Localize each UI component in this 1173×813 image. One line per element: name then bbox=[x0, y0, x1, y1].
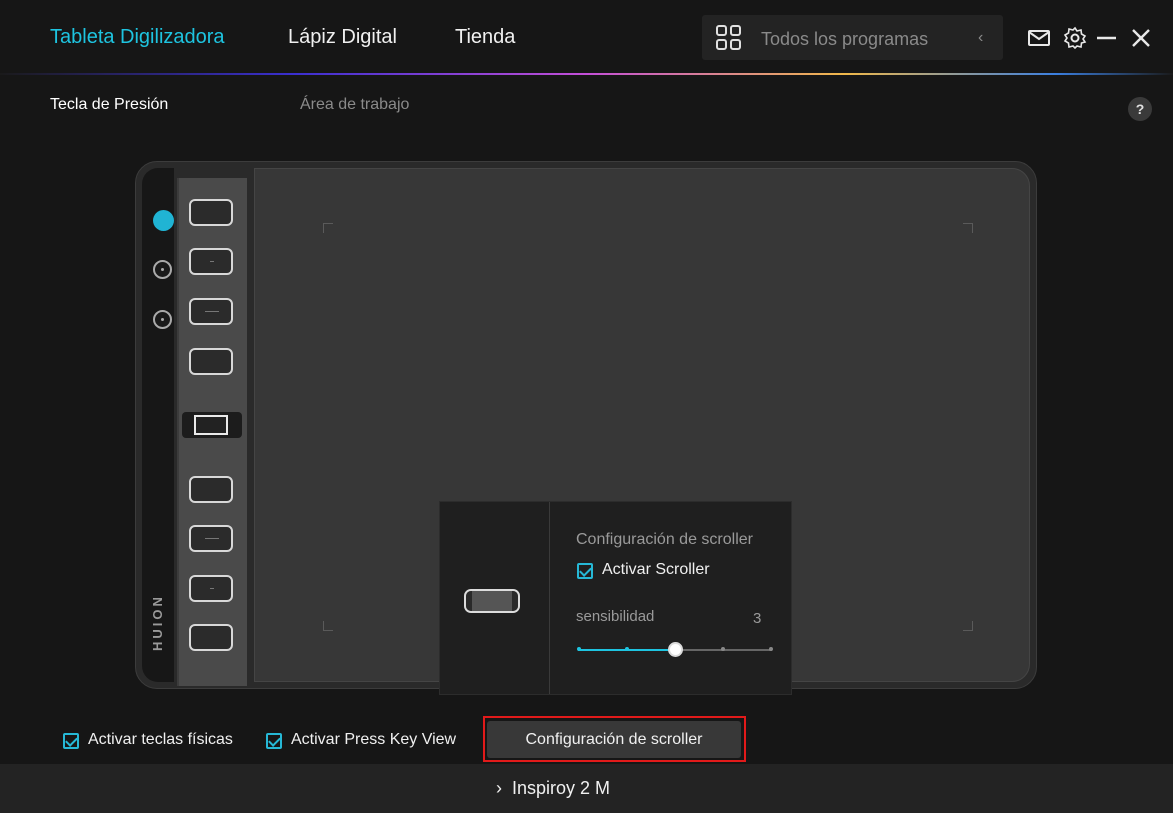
subtab-area-de-trabajo[interactable]: Área de trabajo bbox=[300, 96, 409, 114]
hotkey-button-1[interactable] bbox=[189, 199, 233, 226]
mail-icon[interactable] bbox=[1027, 26, 1051, 50]
help-icon[interactable]: ? bbox=[1128, 97, 1152, 121]
scroller-settings-popup: Configuración de scroller Activar Scroll… bbox=[439, 501, 792, 695]
indicator-light-active bbox=[153, 210, 174, 231]
indicator-light bbox=[153, 260, 172, 279]
hotkey-button-4[interactable] bbox=[189, 348, 233, 375]
chevron-left-icon[interactable]: ‹ bbox=[978, 29, 983, 47]
physical-keys-checkbox[interactable] bbox=[63, 733, 79, 749]
chevron-right-icon: › bbox=[496, 778, 512, 798]
area-corner-mark bbox=[963, 621, 973, 631]
enable-scroller-label[interactable]: Activar Scroller bbox=[602, 561, 710, 579]
device-name: Inspiroy 2 M bbox=[512, 778, 611, 798]
popup-title: Configuración de scroller bbox=[576, 531, 753, 548]
slider-tick bbox=[625, 647, 629, 651]
hotkey-button-8[interactable] bbox=[189, 624, 233, 651]
tab-lapiz-digital[interactable]: Lápiz Digital bbox=[288, 26, 397, 49]
hotkey-button-6[interactable] bbox=[189, 525, 233, 552]
hotkey-button-5[interactable] bbox=[189, 476, 233, 503]
slider-tick bbox=[577, 647, 581, 651]
slider-tick bbox=[769, 647, 773, 651]
popup-preview-pane bbox=[440, 502, 550, 694]
slider-thumb[interactable] bbox=[668, 642, 683, 657]
area-corner-mark bbox=[323, 621, 333, 631]
header-divider bbox=[0, 73, 1173, 75]
hotkey-button-7[interactable] bbox=[189, 575, 233, 602]
tablet-side-strip: HUION bbox=[142, 168, 174, 682]
sensitivity-slider[interactable] bbox=[577, 642, 773, 657]
press-key-view-label[interactable]: Activar Press Key View bbox=[291, 731, 456, 749]
tab-tableta-digilizadora[interactable]: Tableta Digilizadora bbox=[50, 26, 225, 49]
physical-keys-label[interactable]: Activar teclas físicas bbox=[88, 731, 233, 749]
subtab-tecla-de-presion[interactable]: Tecla de Presión bbox=[50, 96, 168, 114]
programs-selector-label: Todos los programas bbox=[761, 29, 929, 49]
highlight-box bbox=[483, 716, 746, 762]
device-bar[interactable]: › Inspiroy 2 M bbox=[0, 764, 1173, 813]
grid-icon bbox=[716, 25, 741, 50]
tab-tienda[interactable]: Tienda bbox=[455, 26, 515, 49]
area-corner-mark bbox=[323, 223, 333, 233]
scroller-preview-icon bbox=[464, 589, 520, 613]
sensitivity-value: 3 bbox=[753, 610, 762, 627]
top-bar: Tableta Digilizadora Lápiz Digital Tiend… bbox=[0, 0, 1173, 74]
hotkey-button-2[interactable] bbox=[189, 248, 233, 275]
area-corner-mark bbox=[963, 223, 973, 233]
indicator-light bbox=[153, 310, 172, 329]
gear-icon[interactable] bbox=[1063, 26, 1087, 50]
scroller-control[interactable] bbox=[182, 412, 242, 438]
minimize-icon[interactable] bbox=[1095, 26, 1119, 50]
tablet-brand-logo: HUION bbox=[150, 594, 165, 652]
enable-scroller-checkbox[interactable] bbox=[577, 563, 593, 579]
programs-selector[interactable]: Todos los programas ‹ bbox=[702, 15, 1003, 60]
press-key-view-checkbox[interactable] bbox=[266, 733, 282, 749]
hotkey-button-3[interactable] bbox=[189, 298, 233, 325]
close-icon[interactable] bbox=[1129, 26, 1153, 50]
sensitivity-label: sensibilidad bbox=[576, 608, 655, 625]
device-selector[interactable]: › Inspiroy 2 M bbox=[496, 778, 610, 799]
slider-tick bbox=[721, 647, 725, 651]
